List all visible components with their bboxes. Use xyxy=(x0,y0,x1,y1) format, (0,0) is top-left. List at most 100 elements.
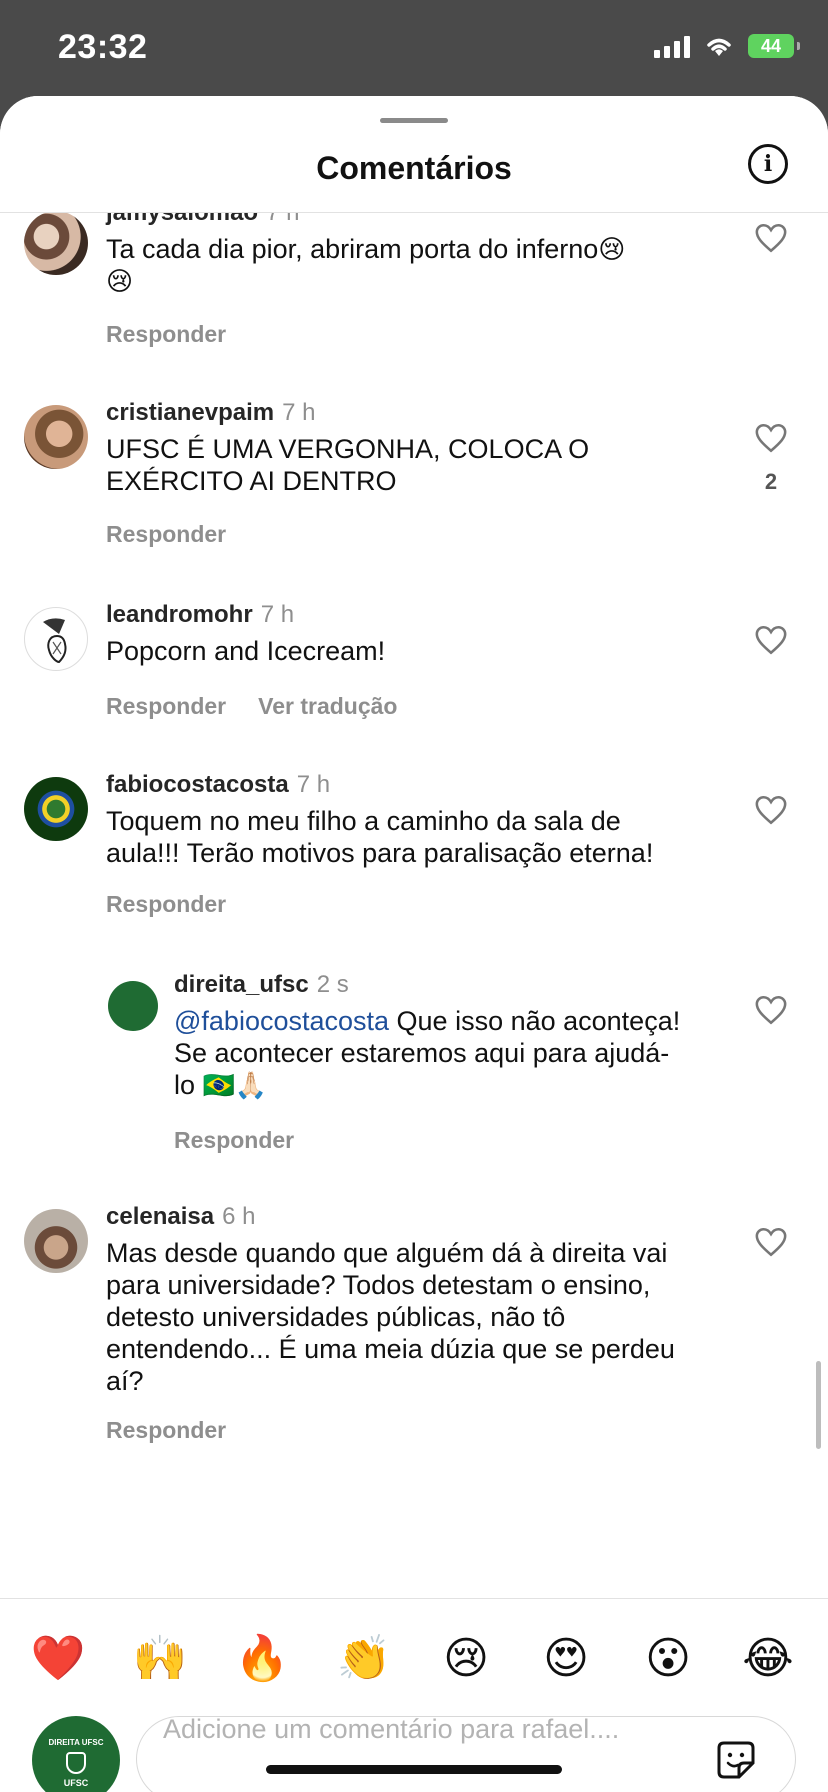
avatar[interactable]: DIREITA UFSC UFSC xyxy=(32,1716,120,1792)
heart-gramophone-illustration xyxy=(43,618,67,664)
comment-composer: DIREITA UFSC UFSC xyxy=(0,1703,828,1792)
comment-text-body: Ta cada dia pior, abriram porta do infer… xyxy=(106,234,599,264)
comment-text-line: entendendo... É uma meia dúzia que se pe… xyxy=(106,1334,675,1364)
avatar[interactable] xyxy=(24,405,88,469)
reply-button[interactable]: Responder xyxy=(106,891,226,917)
scrollbar[interactable] xyxy=(816,1361,821,1449)
comment-time: 6 h xyxy=(222,1203,256,1230)
status-bar: 23:32 44 xyxy=(0,0,828,100)
heart-eyes-emoji-button[interactable]: 😍 xyxy=(536,1629,596,1689)
comment-username[interactable]: cristianevpaim xyxy=(106,399,274,426)
reply-button[interactable]: Responder xyxy=(106,521,226,547)
info-icon[interactable]: i xyxy=(748,144,788,184)
comment-meta: jamysalomao 7 h xyxy=(106,213,299,227)
translate-button[interactable]: Ver tradução xyxy=(258,693,397,719)
status-icons: 44 xyxy=(654,34,800,58)
comment-actions: Responder xyxy=(174,1127,326,1154)
comment-actions: Responder xyxy=(106,891,258,918)
wifi-icon xyxy=(707,38,731,56)
comment-actions: Responder xyxy=(106,521,258,548)
comment-time: 7 h xyxy=(282,399,316,426)
heart-icon[interactable] xyxy=(754,793,788,827)
avatar[interactable] xyxy=(24,777,88,841)
brazil-flag-praying-emoji: 🇧🇷🙏🏻 xyxy=(202,1070,268,1100)
comment-meta: leandromohr 7 h xyxy=(106,601,294,629)
comment-username[interactable]: jamysalomao xyxy=(106,213,258,226)
heart-icon[interactable] xyxy=(754,1225,788,1259)
comment-meta: fabiocostacosta 7 h xyxy=(106,771,330,799)
comments-list[interactable]: jamysalomao 7 h Ta cada dia pior, abriram… xyxy=(0,213,828,1598)
comment-text-line: aula!!! Terão motivos para paralisação e… xyxy=(106,838,654,868)
comment-meta: cristianevpaim 7 h xyxy=(106,399,315,427)
avatar[interactable] xyxy=(24,607,88,671)
comment-text: Mas desde quando que alguém dá à direita… xyxy=(106,1237,736,1397)
comment-time: 2 s xyxy=(316,971,349,998)
comment-text-line: UFSC É UMA VERGONHA, COLOCA O xyxy=(106,434,590,464)
comment-text-line: aí? xyxy=(106,1366,144,1396)
home-indicator[interactable] xyxy=(266,1765,562,1774)
comment-meta: celenaisa 6 h xyxy=(106,1203,255,1231)
quick-reactions-bar: ❤️ 🙌 🔥 👏 😢 😍 😮 😂 xyxy=(0,1598,828,1719)
avatar[interactable] xyxy=(24,213,88,275)
comment-text-line: Se acontecer estaremos aqui para ajudá- xyxy=(174,1038,670,1068)
comment-username[interactable]: leandromohr xyxy=(106,601,253,628)
comment-text-line: detesto universidades públicas, não tô xyxy=(106,1302,566,1332)
raising-hands-emoji-button[interactable]: 🙌 xyxy=(130,1629,190,1689)
sheet-grabber-handle[interactable] xyxy=(380,118,448,123)
heart-icon[interactable] xyxy=(754,221,788,255)
avatar[interactable] xyxy=(108,981,158,1031)
comment-text-line: Que isso não aconteça! xyxy=(389,1006,681,1036)
fire-emoji-button[interactable]: 🔥 xyxy=(232,1629,292,1689)
comment-time: 7 h xyxy=(266,213,299,226)
heart-icon[interactable] xyxy=(754,993,788,1027)
comment-time: 7 h xyxy=(260,601,295,628)
comment-text-line: lo xyxy=(174,1070,196,1100)
comment-text-line: para universidade? Todos detestam o ensi… xyxy=(106,1270,651,1300)
page-title: Comentários xyxy=(316,150,512,186)
heart-icon[interactable] xyxy=(754,623,788,657)
reply-button[interactable]: Responder xyxy=(174,1127,294,1153)
crying-emoji: 😢 xyxy=(598,234,626,264)
comment-text: Toquem no meu filho a caminho da sala de… xyxy=(106,805,726,869)
crest-icon xyxy=(66,1752,86,1774)
avatar[interactable] xyxy=(24,1209,88,1273)
comment-input-wrapper[interactable] xyxy=(136,1703,796,1792)
comment-text-line: Toquem no meu filho a caminho da sala de xyxy=(106,806,621,836)
clapping-emoji-button[interactable]: 👏 xyxy=(334,1629,394,1689)
comment-text: Popcorn and Icecream! xyxy=(106,636,386,666)
reply-button[interactable]: Responder xyxy=(106,1417,226,1443)
reply-button[interactable]: Responder xyxy=(106,693,226,719)
comments-sheet: Comentários i jamysalomao 7 h Ta cada dia… xyxy=(0,96,828,1792)
comment-username[interactable]: direita_ufsc xyxy=(174,971,309,998)
comment-username[interactable]: fabiocostacosta xyxy=(106,771,289,798)
comment-actions: Responder xyxy=(106,1417,258,1444)
battery-level: 44 xyxy=(760,35,782,56)
like-count: 2 xyxy=(764,469,778,494)
comment-text-line: EXÉRCITO AI DENTRO xyxy=(106,466,397,496)
status-time: 23:32 xyxy=(58,28,148,66)
sheet-header: Comentários i xyxy=(0,96,828,213)
crying-emoji: 😢 xyxy=(106,266,134,296)
comment-text: UFSC É UMA VERGONHA, COLOCA O EXÉRCITO A… xyxy=(106,433,726,497)
comment-actions: Responder Ver tradução xyxy=(106,693,429,720)
comment-text: @fabiocostacosta Que isso não aconteça! … xyxy=(174,1005,734,1101)
avatar-text-top: DIREITA UFSC xyxy=(48,1738,104,1747)
comment-input[interactable] xyxy=(161,1703,685,1755)
comment-actions: Responder xyxy=(106,321,258,348)
avatar-text-bottom: UFSC xyxy=(63,1778,89,1788)
comment-text-line: Mas desde quando que alguém dá à direita… xyxy=(106,1238,668,1268)
battery-icon: 44 xyxy=(748,34,800,58)
reply-button[interactable]: Responder xyxy=(106,321,226,347)
comment-time: 7 h xyxy=(296,771,331,798)
crying-emoji-button[interactable]: 😢 xyxy=(436,1629,496,1689)
heart-emoji-button[interactable]: ❤️ xyxy=(28,1629,88,1689)
laughing-emoji-button[interactable]: 😂 xyxy=(738,1629,798,1689)
sticker-icon[interactable] xyxy=(715,1739,757,1781)
mention-link[interactable]: @fabiocostacosta xyxy=(174,1006,389,1036)
surprised-emoji-button[interactable]: 😮 xyxy=(638,1629,698,1689)
comment-text: Ta cada dia pior, abriram porta do infer… xyxy=(106,233,706,297)
comment-username[interactable]: celenaisa xyxy=(106,1203,214,1230)
heart-icon[interactable] xyxy=(754,421,788,455)
signal-icon xyxy=(654,34,690,58)
comment-meta: direita_ufsc 2 s xyxy=(174,971,349,999)
